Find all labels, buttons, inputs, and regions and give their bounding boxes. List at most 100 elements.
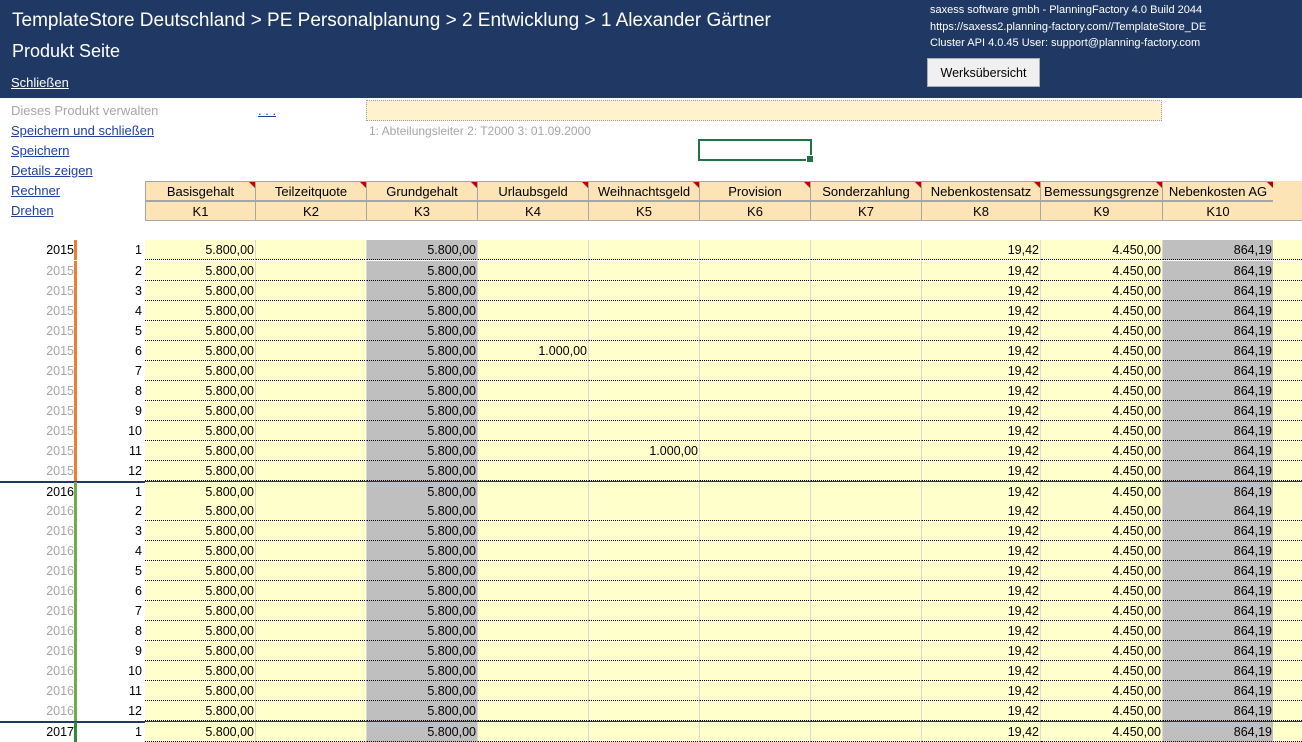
column-header-k9[interactable]: Bemessungsgrenze <box>1041 181 1163 201</box>
cell-k8[interactable]: 19,42 <box>922 482 1041 502</box>
cell-k2[interactable] <box>256 421 367 441</box>
cell-k5[interactable] <box>589 401 700 421</box>
cell-k1[interactable]: 5.800,00 <box>145 301 256 321</box>
cell-k6[interactable] <box>700 361 811 381</box>
column-header-k6[interactable]: Provision <box>700 181 811 201</box>
cell-k1[interactable]: 5.800,00 <box>145 641 256 661</box>
cell-k8[interactable]: 19,42 <box>922 321 1041 341</box>
cell-k9[interactable]: 4.450,00 <box>1041 681 1163 701</box>
cell-k4[interactable] <box>478 581 589 601</box>
cell-k6[interactable] <box>700 581 811 601</box>
cell-k7[interactable] <box>811 261 922 281</box>
cell-k2[interactable] <box>256 581 367 601</box>
cell-k5[interactable] <box>589 301 700 321</box>
cell-k4[interactable] <box>478 281 589 301</box>
cell-k5[interactable] <box>589 461 700 481</box>
cell-k5[interactable] <box>589 381 700 401</box>
save-and-close-link[interactable]: Speichern und schließen <box>11 123 154 138</box>
cell-k6[interactable] <box>700 281 811 301</box>
cell-k8[interactable]: 19,42 <box>922 501 1041 521</box>
cell-k2[interactable] <box>256 361 367 381</box>
cell-k2[interactable] <box>256 261 367 281</box>
cell-k9[interactable]: 4.450,00 <box>1041 482 1163 502</box>
cell-k4[interactable] <box>478 321 589 341</box>
cell-k2[interactable] <box>256 701 367 721</box>
cell-k7[interactable] <box>811 341 922 361</box>
cell-k7[interactable] <box>811 581 922 601</box>
cell-k6[interactable] <box>700 621 811 641</box>
cell-k5[interactable] <box>589 482 700 502</box>
cell-k1[interactable]: 5.800,00 <box>145 441 256 461</box>
cell-k7[interactable] <box>811 521 922 541</box>
cell-k1[interactable]: 5.800,00 <box>145 541 256 561</box>
cell-k5[interactable] <box>589 341 700 361</box>
cell-k2[interactable] <box>256 240 367 260</box>
rotate-link[interactable]: Drehen <box>11 203 54 218</box>
cell-k7[interactable] <box>811 301 922 321</box>
cell-k5[interactable] <box>589 521 700 541</box>
cell-k6[interactable] <box>700 421 811 441</box>
cell-k4[interactable] <box>478 641 589 661</box>
cell-k1[interactable]: 5.800,00 <box>145 521 256 541</box>
cell-k5[interactable] <box>589 681 700 701</box>
cell-k9[interactable]: 4.450,00 <box>1041 641 1163 661</box>
cell-k6[interactable] <box>700 541 811 561</box>
cell-k6[interactable] <box>700 681 811 701</box>
cell-k8[interactable]: 19,42 <box>922 722 1041 742</box>
cell-k1[interactable]: 5.800,00 <box>145 341 256 361</box>
cell-k9[interactable]: 4.450,00 <box>1041 281 1163 301</box>
cell-k6[interactable] <box>700 321 811 341</box>
cell-k4[interactable] <box>478 561 589 581</box>
cell-k2[interactable] <box>256 482 367 502</box>
cell-k5[interactable] <box>589 421 700 441</box>
column-header-k5[interactable]: Weihnachtsgeld <box>589 181 700 201</box>
cell-k1[interactable]: 5.800,00 <box>145 501 256 521</box>
cell-k9[interactable]: 4.450,00 <box>1041 521 1163 541</box>
cell-k6[interactable] <box>700 601 811 621</box>
cell-k7[interactable] <box>811 401 922 421</box>
cell-k9[interactable]: 4.450,00 <box>1041 321 1163 341</box>
cell-k7[interactable] <box>811 461 922 481</box>
cell-k1[interactable]: 5.800,00 <box>145 601 256 621</box>
column-header-k10[interactable]: Nebenkosten AG <box>1163 181 1274 201</box>
cell-k9[interactable]: 4.450,00 <box>1041 501 1163 521</box>
cell-k9[interactable]: 4.450,00 <box>1041 581 1163 601</box>
cell-k5[interactable] <box>589 281 700 301</box>
cell-k6[interactable] <box>700 661 811 681</box>
cell-k2[interactable] <box>256 381 367 401</box>
cell-k9[interactable]: 4.450,00 <box>1041 421 1163 441</box>
cell-k7[interactable] <box>811 321 922 341</box>
cell-k1[interactable]: 5.800,00 <box>145 461 256 481</box>
cell-k6[interactable] <box>700 461 811 481</box>
cell-k4[interactable] <box>478 501 589 521</box>
cell-k6[interactable] <box>700 240 811 260</box>
cell-k6[interactable] <box>700 441 811 461</box>
cell-k8[interactable]: 19,42 <box>922 281 1041 301</box>
cell-k4[interactable] <box>478 301 589 321</box>
cell-k7[interactable] <box>811 621 922 641</box>
cell-k5[interactable]: 1.000,00 <box>589 441 700 461</box>
cell-k8[interactable]: 19,42 <box>922 681 1041 701</box>
cell-k5[interactable] <box>589 621 700 641</box>
close-link[interactable]: Schließen <box>11 75 69 90</box>
cell-k6[interactable] <box>700 381 811 401</box>
cell-k5[interactable] <box>589 701 700 721</box>
cell-k2[interactable] <box>256 321 367 341</box>
cell-k9[interactable]: 4.450,00 <box>1041 461 1163 481</box>
cell-k7[interactable] <box>811 681 922 701</box>
cell-k2[interactable] <box>256 641 367 661</box>
cell-k2[interactable] <box>256 661 367 681</box>
cell-k5[interactable] <box>589 601 700 621</box>
cell-k4[interactable] <box>478 261 589 281</box>
cell-k7[interactable] <box>811 381 922 401</box>
cell-k2[interactable] <box>256 341 367 361</box>
cell-k4[interactable] <box>478 240 589 260</box>
cell-k8[interactable]: 19,42 <box>922 581 1041 601</box>
active-cell-cursor[interactable] <box>698 139 814 163</box>
cell-k8[interactable]: 19,42 <box>922 641 1041 661</box>
cell-k9[interactable]: 4.450,00 <box>1041 561 1163 581</box>
cell-k2[interactable] <box>256 601 367 621</box>
cell-k1[interactable]: 5.800,00 <box>145 561 256 581</box>
cell-k8[interactable]: 19,42 <box>922 561 1041 581</box>
cell-k5[interactable] <box>589 581 700 601</box>
